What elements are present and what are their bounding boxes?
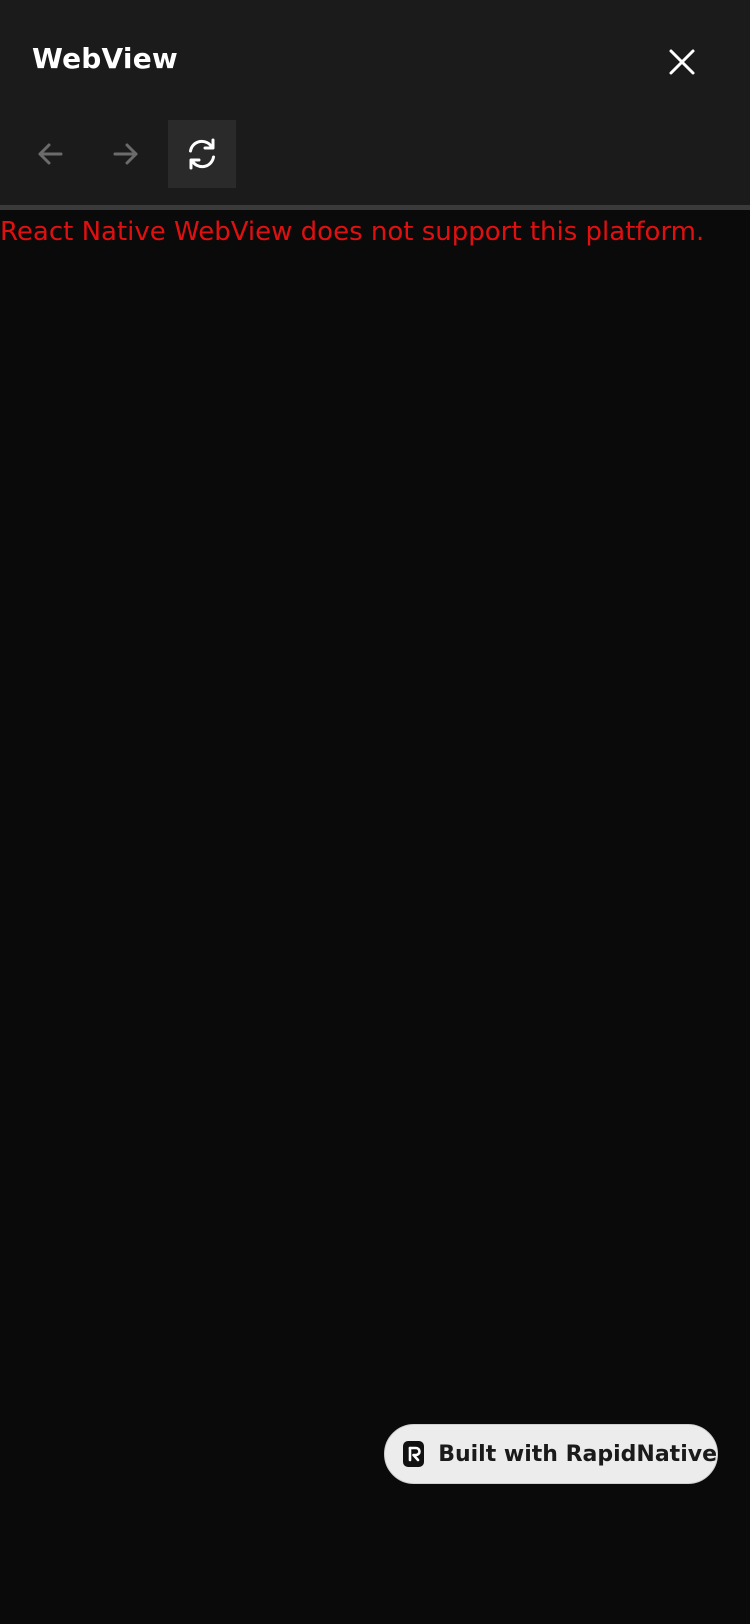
webview-header: WebView — [0, 0, 750, 205]
webview-screen: WebView React Native WebView does not su… — [0, 0, 750, 1624]
page-title: WebView — [32, 42, 178, 75]
refresh-icon — [189, 138, 215, 170]
rapidnative-logo-icon — [403, 1441, 425, 1467]
forward-button[interactable] — [92, 120, 160, 188]
arrow-right-icon — [113, 143, 138, 165]
close-button[interactable] — [660, 40, 704, 84]
arrow-left-icon — [38, 143, 63, 165]
reload-button[interactable] — [168, 120, 236, 188]
header-divider — [0, 205, 750, 210]
back-button[interactable] — [16, 120, 84, 188]
badge-label: Built with RapidNative — [438, 1441, 717, 1467]
built-with-rapidnative-badge[interactable]: Built with RapidNative — [384, 1424, 718, 1484]
close-icon — [669, 49, 695, 75]
unsupported-platform-message: React Native WebView does not support th… — [0, 217, 705, 247]
